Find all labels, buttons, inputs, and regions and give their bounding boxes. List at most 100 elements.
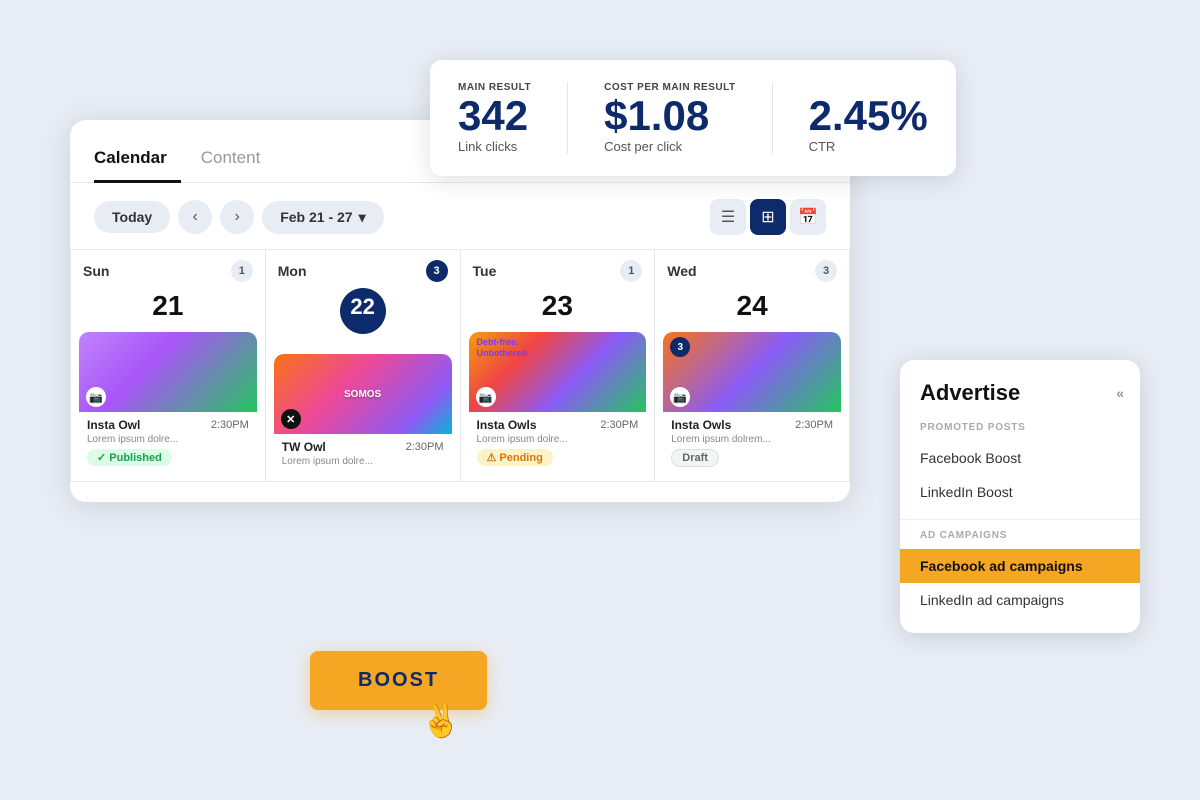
ad-campaigns-label: AD CAMPAIGNS (900, 530, 1140, 549)
post-title-1: Insta Owl (87, 418, 140, 432)
day-num-sun: 21 (71, 288, 265, 332)
cost-value: $1.08 (604, 95, 735, 137)
post-status-3: ⚠ Pending (477, 449, 553, 466)
list-icon: ☰ (721, 207, 735, 227)
post-desc-1: Lorem ipsum dolre... (87, 434, 249, 445)
post-time-4: 2:30PM (795, 419, 833, 431)
linkedin-boost-item[interactable]: LinkedIn Boost (900, 475, 1140, 509)
cost-sub: Cost per click (604, 139, 735, 154)
post-time-3: 2:30PM (600, 419, 638, 431)
day-header-tue: Tue 1 (461, 250, 655, 288)
instagram-icon-3: 📷 (476, 387, 496, 407)
post-time-1: 2:30PM (211, 419, 249, 431)
instagram-icon-1: 📷 (86, 387, 106, 407)
tab-calendar[interactable]: Calendar (94, 140, 181, 183)
post-image-2: SOMOS ✕ (274, 354, 452, 434)
advertise-title: Advertise (920, 380, 1020, 406)
post-badge-num-4: 3 (670, 337, 690, 357)
date-range-button[interactable]: Feb 21 - 27 ▾ (262, 201, 383, 234)
grid-icon: ⊞ (761, 207, 774, 227)
post-time-2: 2:30PM (406, 441, 444, 453)
day-num-mon: 22 (340, 288, 386, 334)
post-info-1: Insta Owl 2:30PM Lorem ipsum dolre... ✓ … (79, 412, 257, 472)
day-header-wed: Wed 3 (655, 250, 849, 288)
post-title-row-3: Insta Owls 2:30PM (477, 418, 639, 432)
main-result-block: MAIN RESULT 342 Link clicks (458, 82, 531, 154)
post-image-3: Debt-free.Unbothered. 📷 (469, 332, 647, 412)
calendar-grid: Sun 1 21 📷 Insta Owl 2:30PM Lorem ipsum … (70, 249, 850, 482)
day-tue-23: Tue 1 23 Debt-free.Unbothered. 📷 Insta O… (461, 250, 656, 482)
view-buttons: ☰ ⊞ 📅 (710, 199, 826, 235)
day-sun-21: Sun 1 21 📷 Insta Owl 2:30PM Lorem ipsum … (71, 250, 266, 482)
day-mon-22: Mon 3 22 SOMOS ✕ TW Owl 2:30PM Lorem ips… (266, 250, 461, 482)
toolbar: Today ‹ › Feb 21 - 27 ▾ ☰ ⊞ 📅 (70, 199, 850, 249)
post-info-3: Insta Owls 2:30PM Lorem ipsum dolre... ⚠… (469, 412, 647, 472)
post-status-1: ✓ Published (87, 449, 172, 466)
post-image-1: 📷 (79, 332, 257, 412)
day-name-wed: Wed (667, 263, 696, 279)
day-badge-tue: 1 (620, 260, 642, 282)
today-button[interactable]: Today (94, 201, 170, 233)
debt-free-text: Debt-free.Unbothered. (477, 337, 530, 359)
stats-divider-2 (772, 82, 773, 154)
adv-divider (900, 519, 1140, 520)
tab-content[interactable]: Content (201, 140, 275, 183)
day-badge-wed: 3 (815, 260, 837, 282)
facebook-boost-item[interactable]: Facebook Boost (900, 441, 1140, 475)
stats-divider-1 (567, 82, 568, 154)
stats-card: MAIN RESULT 342 Link clicks COST PER MAI… (430, 60, 956, 176)
list-view-button[interactable]: ☰ (710, 199, 746, 235)
post-title-row-2: TW Owl 2:30PM (282, 440, 444, 454)
post-info-2: TW Owl 2:30PM Lorem ipsum dolre... (274, 434, 452, 473)
grid-view-button[interactable]: ⊞ (750, 199, 786, 235)
post-card-3[interactable]: Debt-free.Unbothered. 📷 Insta Owls 2:30P… (469, 332, 647, 472)
post-card-4[interactable]: 3 📷 Insta Owls 2:30PM Lorem ipsum dolrem… (663, 332, 841, 473)
linkedin-ad-campaigns-item[interactable]: LinkedIn ad campaigns (900, 583, 1140, 617)
next-button[interactable]: › (220, 200, 254, 234)
post-title-2: TW Owl (282, 440, 326, 454)
range-chevron-icon: ▾ (359, 209, 366, 226)
somos-text: SOMOS (344, 389, 381, 400)
day-name-mon: Mon (278, 263, 307, 279)
post-card-1[interactable]: 📷 Insta Owl 2:30PM Lorem ipsum dolre... … (79, 332, 257, 472)
day-badge-sun: 1 (231, 260, 253, 282)
calendar-view-button[interactable]: 📅 (790, 199, 826, 235)
ctr-block: 2.45% CTR (809, 82, 928, 154)
advertise-header: Advertise « (900, 380, 1140, 422)
instagram-icon-4: 📷 (670, 387, 690, 407)
post-image-4: 3 📷 (663, 332, 841, 412)
date-range-label: Feb 21 - 27 (280, 209, 352, 225)
promoted-posts-label: PROMOTED POSTS (900, 422, 1140, 441)
post-card-2[interactable]: SOMOS ✕ TW Owl 2:30PM Lorem ipsum dolre.… (274, 354, 452, 473)
facebook-ad-campaigns-item[interactable]: Facebook ad campaigns (900, 549, 1140, 583)
day-num-tue: 23 (461, 288, 655, 332)
post-desc-4: Lorem ipsum dolrem... (671, 434, 833, 445)
cost-block: COST PER MAIN RESULT $1.08 Cost per clic… (604, 82, 735, 154)
post-desc-2: Lorem ipsum dolre... (282, 456, 444, 467)
prev-button[interactable]: ‹ (178, 200, 212, 234)
advertise-panel: Advertise « PROMOTED POSTS Facebook Boos… (900, 360, 1140, 633)
ctr-sub: CTR (809, 139, 928, 154)
ctr-value: 2.45% (809, 95, 928, 137)
day-name-tue: Tue (473, 263, 497, 279)
boost-button[interactable]: BOOST (310, 651, 487, 710)
day-header-mon: Mon 3 (266, 250, 460, 288)
day-name-sun: Sun (83, 263, 109, 279)
post-desc-3: Lorem ipsum dolre... (477, 434, 639, 445)
post-title-3: Insta Owls (477, 418, 537, 432)
day-header-sun: Sun 1 (71, 250, 265, 288)
main-result-sub: Link clicks (458, 139, 531, 154)
post-title-row-1: Insta Owl 2:30PM (87, 418, 249, 432)
post-title-row-4: Insta Owls 2:30PM (671, 418, 833, 432)
day-wed-24: Wed 3 24 3 📷 Insta Owls 2:30PM Lorem ips… (655, 250, 850, 482)
post-title-4: Insta Owls (671, 418, 731, 432)
twitter-icon: ✕ (281, 409, 301, 429)
day-badge-mon: 3 (426, 260, 448, 282)
main-panel: Calendar Content Today ‹ › Feb 21 - 27 ▾… (70, 120, 850, 502)
main-result-value: 342 (458, 95, 531, 137)
collapse-button[interactable]: « (1116, 385, 1124, 401)
post-info-4: Insta Owls 2:30PM Lorem ipsum dolrem... … (663, 412, 841, 473)
calendar-icon: 📅 (798, 207, 818, 227)
day-num-wed: 24 (655, 288, 849, 332)
post-status-4: Draft (671, 449, 719, 467)
